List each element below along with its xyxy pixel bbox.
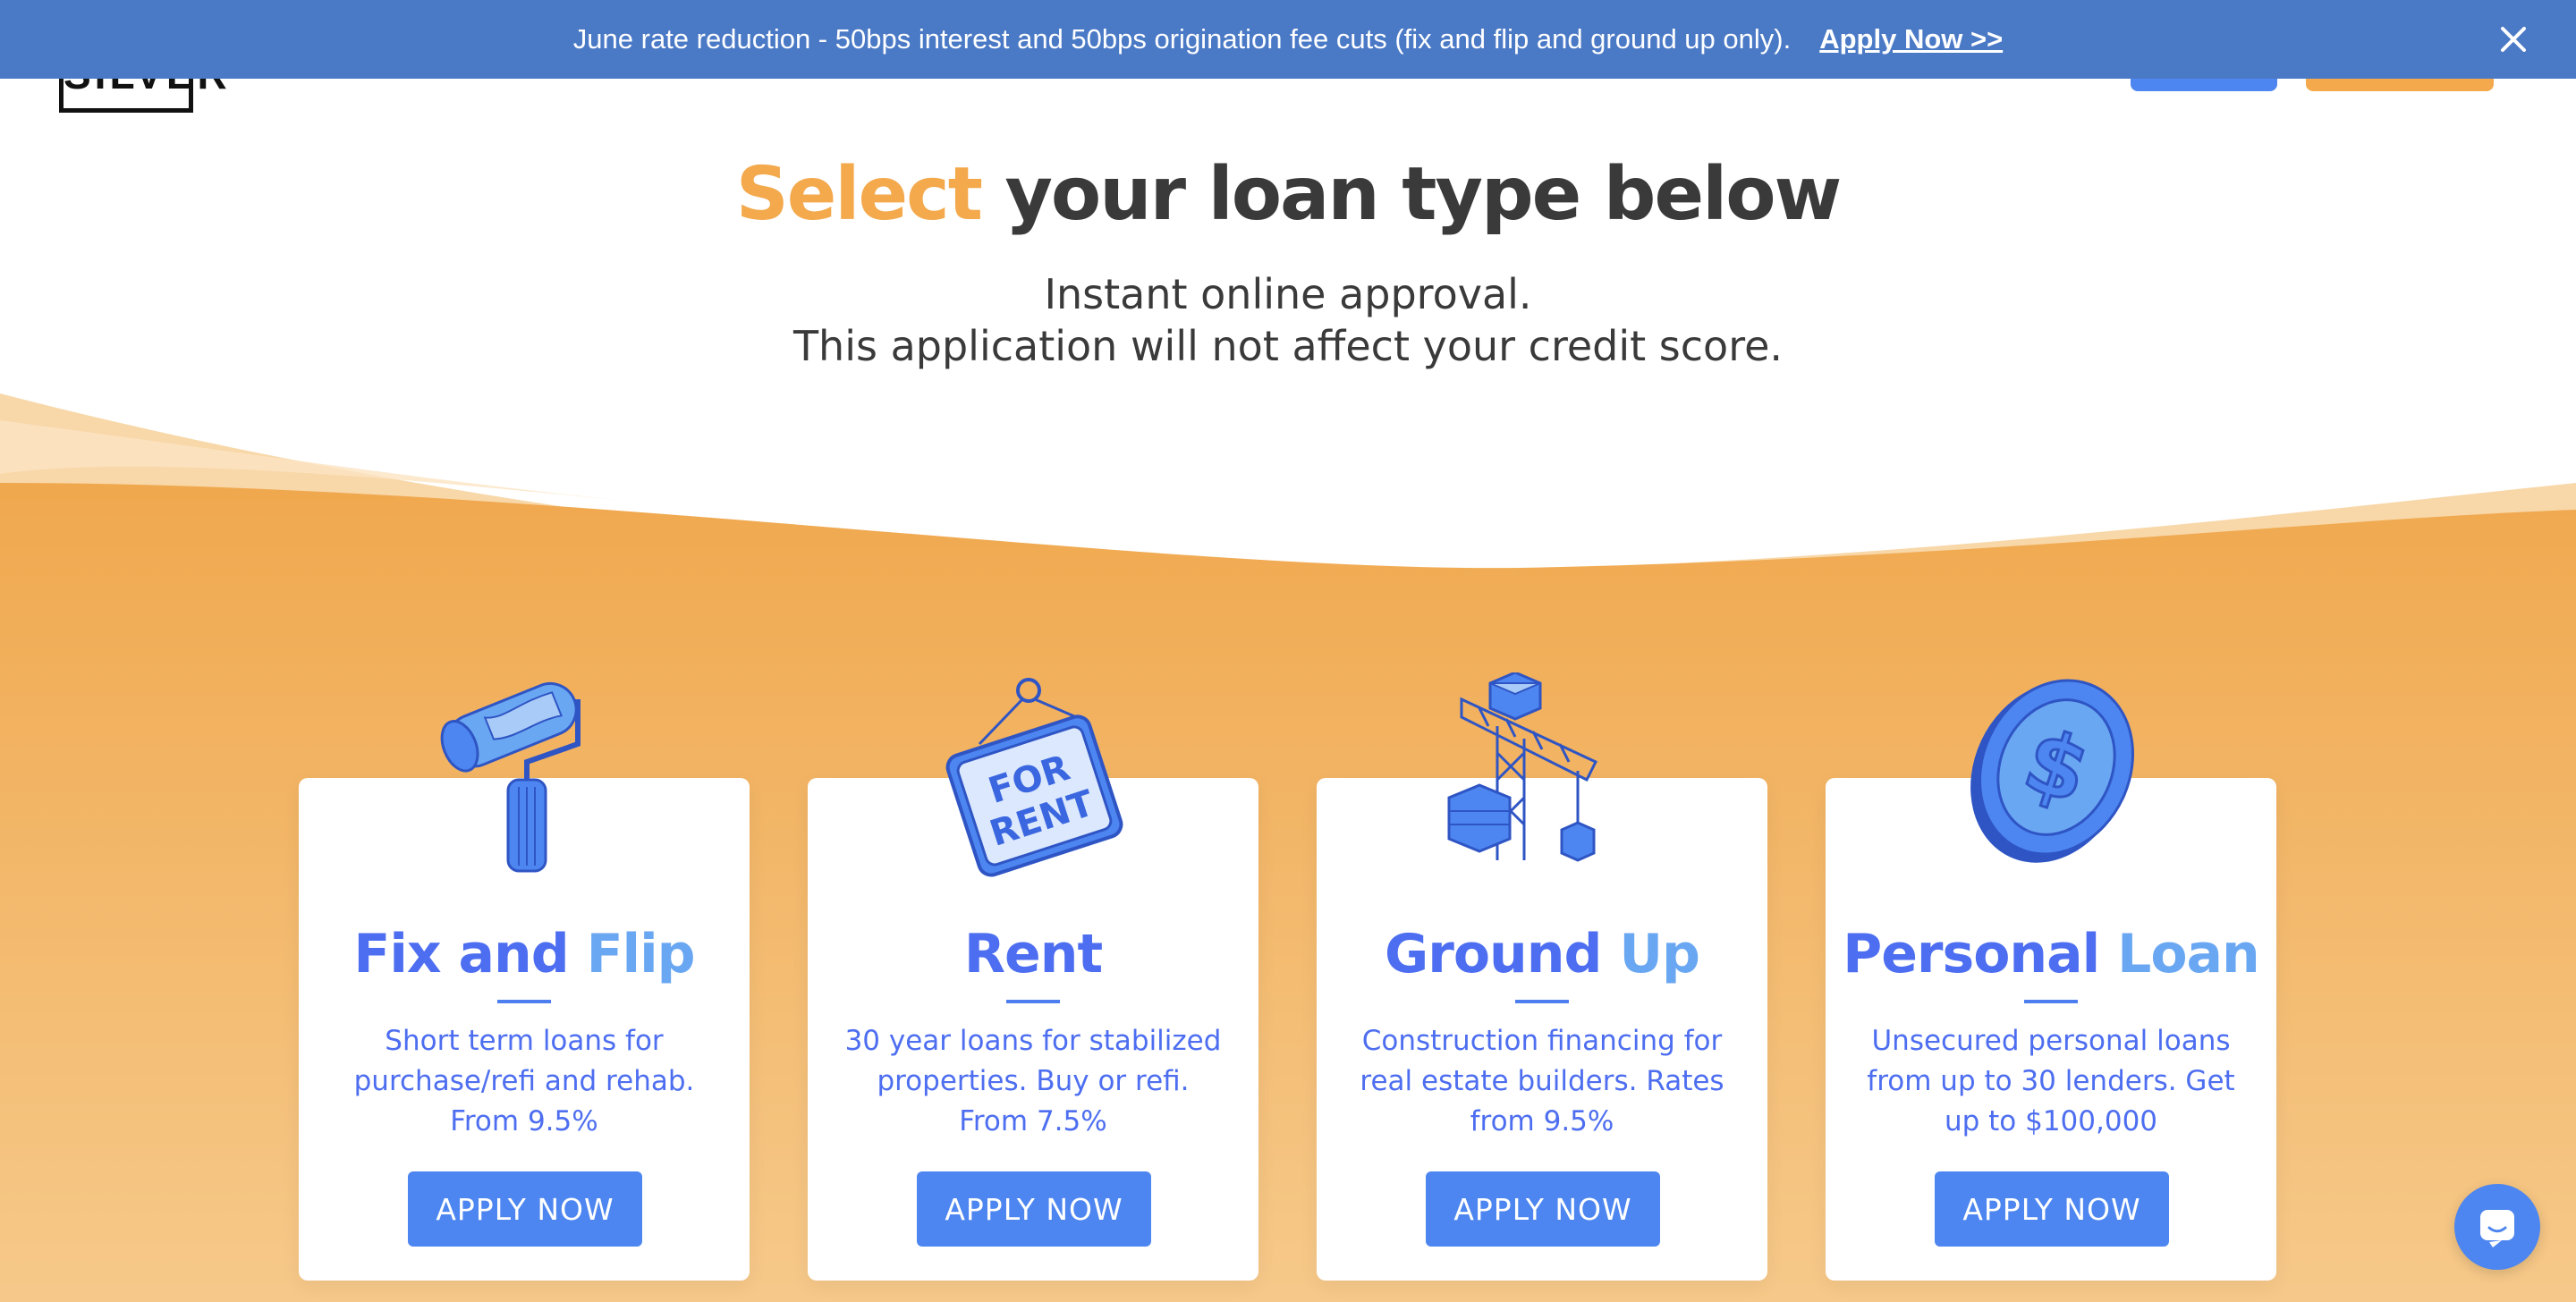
chat-icon xyxy=(2480,1210,2514,1247)
card-title-part: Fix xyxy=(353,923,459,985)
apply-now-button[interactable]: APPLY NOW xyxy=(408,1171,642,1247)
page-title-accent: Select xyxy=(735,152,983,237)
chat-launcher-button[interactable] xyxy=(2454,1184,2540,1270)
page-title-rest: your loan type below xyxy=(980,152,1842,237)
apply-now-button[interactable]: APPLY NOW xyxy=(1935,1171,2169,1247)
card-description: Short term loans for purchase/refi and r… xyxy=(353,1025,695,1137)
close-icon[interactable] xyxy=(2488,14,2538,64)
subtitle-line-2: This application will not affect your cr… xyxy=(792,322,1784,370)
apply-now-button[interactable]: APPLY NOW xyxy=(917,1171,1151,1247)
card-divider xyxy=(497,1000,551,1003)
apply-now-link[interactable]: Apply Now >> xyxy=(1819,23,2003,55)
construction-crane-icon xyxy=(1447,672,1598,862)
card-divider xyxy=(2024,1000,2078,1003)
site-logo[interactable]: SILVER xyxy=(59,51,227,113)
card-title-part: Loan xyxy=(2117,923,2260,985)
page-title: Select your loan type below xyxy=(0,152,2576,237)
dollar-coin-icon: $ xyxy=(1970,679,2134,863)
card-description: 30 year loans for stabilized properties.… xyxy=(844,1025,1222,1137)
for-rent-sign-icon: FOR RENT xyxy=(945,678,1123,877)
card-title-part: and xyxy=(458,923,587,985)
header-login-button[interactable] xyxy=(2131,77,2277,91)
header-get-started-button[interactable] xyxy=(2306,77,2494,91)
announcement-banner: June rate reduction - 50bps interest and… xyxy=(0,0,2576,79)
card-title-part: Rent xyxy=(963,923,1103,985)
card-divider xyxy=(1006,1000,1060,1003)
card-title: Personal Loan xyxy=(1826,923,2276,985)
card-title-part: Ground xyxy=(1385,923,1620,985)
card-title: Fix and Flip xyxy=(299,923,750,985)
paint-roller-icon xyxy=(440,681,580,873)
card-description: Construction financing for real estate b… xyxy=(1360,1025,1724,1137)
card-title-part: Up xyxy=(1619,923,1700,985)
card-title: Rent xyxy=(808,923,1258,985)
announcement-text-row: June rate reduction - 50bps interest and… xyxy=(0,0,2576,79)
card-title-part: Personal xyxy=(1843,923,2118,985)
subtitle-line-1: Instant online approval. xyxy=(1044,270,1532,318)
card-description: Unsecured personal loans from up to 30 l… xyxy=(1867,1025,2235,1137)
card-divider xyxy=(1515,1000,1569,1003)
announcement-message: June rate reduction - 50bps interest and… xyxy=(572,23,1792,55)
apply-now-button[interactable]: APPLY NOW xyxy=(1426,1171,1660,1247)
card-title-part: Flip xyxy=(586,923,696,985)
card-title: Ground Up xyxy=(1317,923,1767,985)
